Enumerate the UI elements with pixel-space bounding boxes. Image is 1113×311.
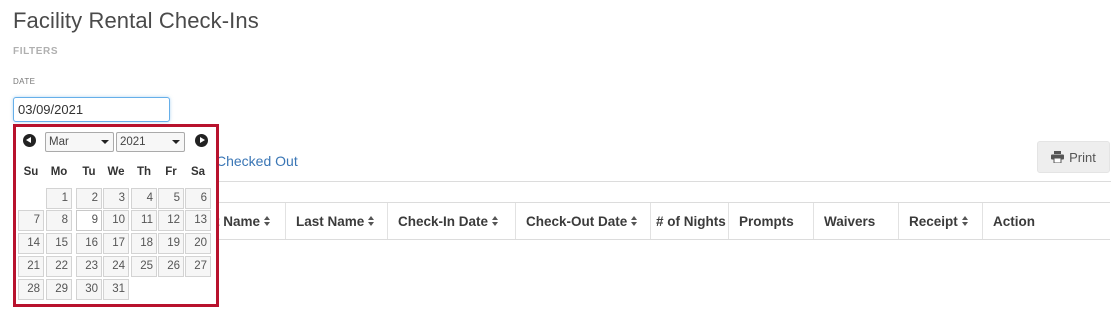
calendar-day[interactable]: 11 (131, 210, 157, 231)
empty-day-cell (158, 279, 184, 300)
print-button[interactable]: Print (1037, 141, 1110, 173)
datepicker-header: Mar 2021 (16, 127, 216, 157)
tab-checked-out[interactable]: Checked Out (216, 153, 298, 169)
calendar-day[interactable]: 28 (18, 279, 44, 300)
calendar-day[interactable]: 15 (46, 233, 72, 254)
column-header-label: Prompts (739, 213, 794, 229)
column-header[interactable]: Check-In Date (388, 203, 516, 239)
chevron-down-icon (172, 140, 180, 144)
weekday-label: Sa (190, 166, 206, 178)
calendar-day[interactable]: 21 (18, 256, 44, 277)
sort-icon (961, 216, 968, 226)
column-header-label: # of Nights (656, 213, 726, 229)
sort-icon (368, 216, 375, 226)
empty-day-cell (18, 188, 44, 209)
column-header-label: Check-In Date (398, 213, 489, 229)
column-header-label: Check-Out Date (526, 213, 628, 229)
calendar-day[interactable]: 31 (103, 279, 129, 300)
weekday-label: Tu (82, 166, 96, 178)
page-title: Facility Rental Check-Ins (13, 8, 259, 33)
date-filter-input[interactable] (13, 97, 170, 122)
weekday-label: Mo (50, 166, 68, 178)
empty-day-cell (185, 279, 211, 300)
calendar-day-selected[interactable]: 9 (76, 210, 102, 231)
year-select-value: 2021 (120, 136, 146, 148)
column-header-label: Last Name (296, 213, 365, 229)
column-header-label: Action (993, 213, 1035, 229)
calendar-day[interactable]: 22 (46, 256, 72, 277)
printer-icon (1051, 151, 1065, 164)
date-filter-label: DATE (13, 77, 36, 86)
calendar-day[interactable]: 30 (76, 279, 102, 300)
sort-icon (631, 216, 638, 226)
calendar-day[interactable]: 29 (46, 279, 72, 300)
previous-month-icon[interactable] (23, 134, 36, 147)
calendar-day[interactable]: 20 (185, 233, 211, 254)
calendar-day[interactable]: 16 (76, 233, 102, 254)
column-header-label: Waivers (824, 213, 876, 229)
calendar-day[interactable]: 4 (131, 188, 157, 209)
tab-divider (215, 181, 1111, 182)
column-header-label: t Name (215, 213, 261, 229)
month-select-value: Mar (49, 136, 69, 148)
column-header[interactable]: t Name (215, 203, 286, 239)
column-header[interactable]: Check-Out Date (516, 203, 651, 239)
calendar-day[interactable]: 24 (103, 256, 129, 277)
column-header[interactable]: Receipt (899, 203, 983, 239)
weekday-label: Th (136, 166, 152, 178)
calendar-day[interactable]: 19 (158, 233, 184, 254)
chevron-down-icon (101, 140, 109, 144)
empty-day-cell (131, 279, 157, 300)
column-header-label: Receipt (909, 213, 958, 229)
print-label: Print (1069, 149, 1096, 165)
year-select[interactable]: 2021 (116, 132, 185, 152)
table-header-row: t Name Last Name Check-In Date Check-Out Da… (215, 202, 1110, 240)
weekday-label: Fr (165, 166, 177, 178)
sort-icon (264, 216, 271, 226)
column-header: Action (983, 203, 1110, 239)
calendar-day[interactable]: 5 (158, 188, 184, 209)
calendar-day[interactable]: 27 (185, 256, 211, 277)
calendar-day[interactable]: 2 (76, 188, 102, 209)
calendar-day[interactable]: 3 (103, 188, 129, 209)
column-header[interactable]: Last Name (286, 203, 388, 239)
sort-icon (492, 216, 499, 226)
calendar-day[interactable]: 6 (185, 188, 211, 209)
calendar-day[interactable]: 8 (46, 210, 72, 231)
calendar-day[interactable]: 14 (18, 233, 44, 254)
column-header: Waivers (814, 203, 899, 239)
calendar-day[interactable]: 1 (46, 188, 72, 209)
month-select[interactable]: Mar (45, 132, 114, 152)
calendar-day[interactable]: 7 (18, 210, 44, 231)
datepicker-popup: Mar 2021 Su Mo Tu We Th Fr Sa 1 2 3 4 5 6 7 8 9 10 11 12 13… (13, 124, 219, 307)
weekday-label: We (107, 166, 125, 178)
calendar-day[interactable]: 25 (131, 256, 157, 277)
weekday-label: Su (23, 166, 39, 178)
column-header: # of Nights (651, 203, 729, 239)
calendar-day[interactable]: 12 (158, 210, 184, 231)
next-month-icon[interactable] (195, 134, 208, 147)
column-header: Prompts (729, 203, 814, 239)
calendar-day[interactable]: 10 (103, 210, 129, 231)
calendar-day[interactable]: 13 (185, 210, 211, 231)
calendar-day[interactable]: 23 (76, 256, 102, 277)
calendar-day[interactable]: 18 (131, 233, 157, 254)
filters-heading: FILTERS (13, 46, 59, 57)
calendar-day[interactable]: 26 (158, 256, 184, 277)
calendar-day[interactable]: 17 (103, 233, 129, 254)
